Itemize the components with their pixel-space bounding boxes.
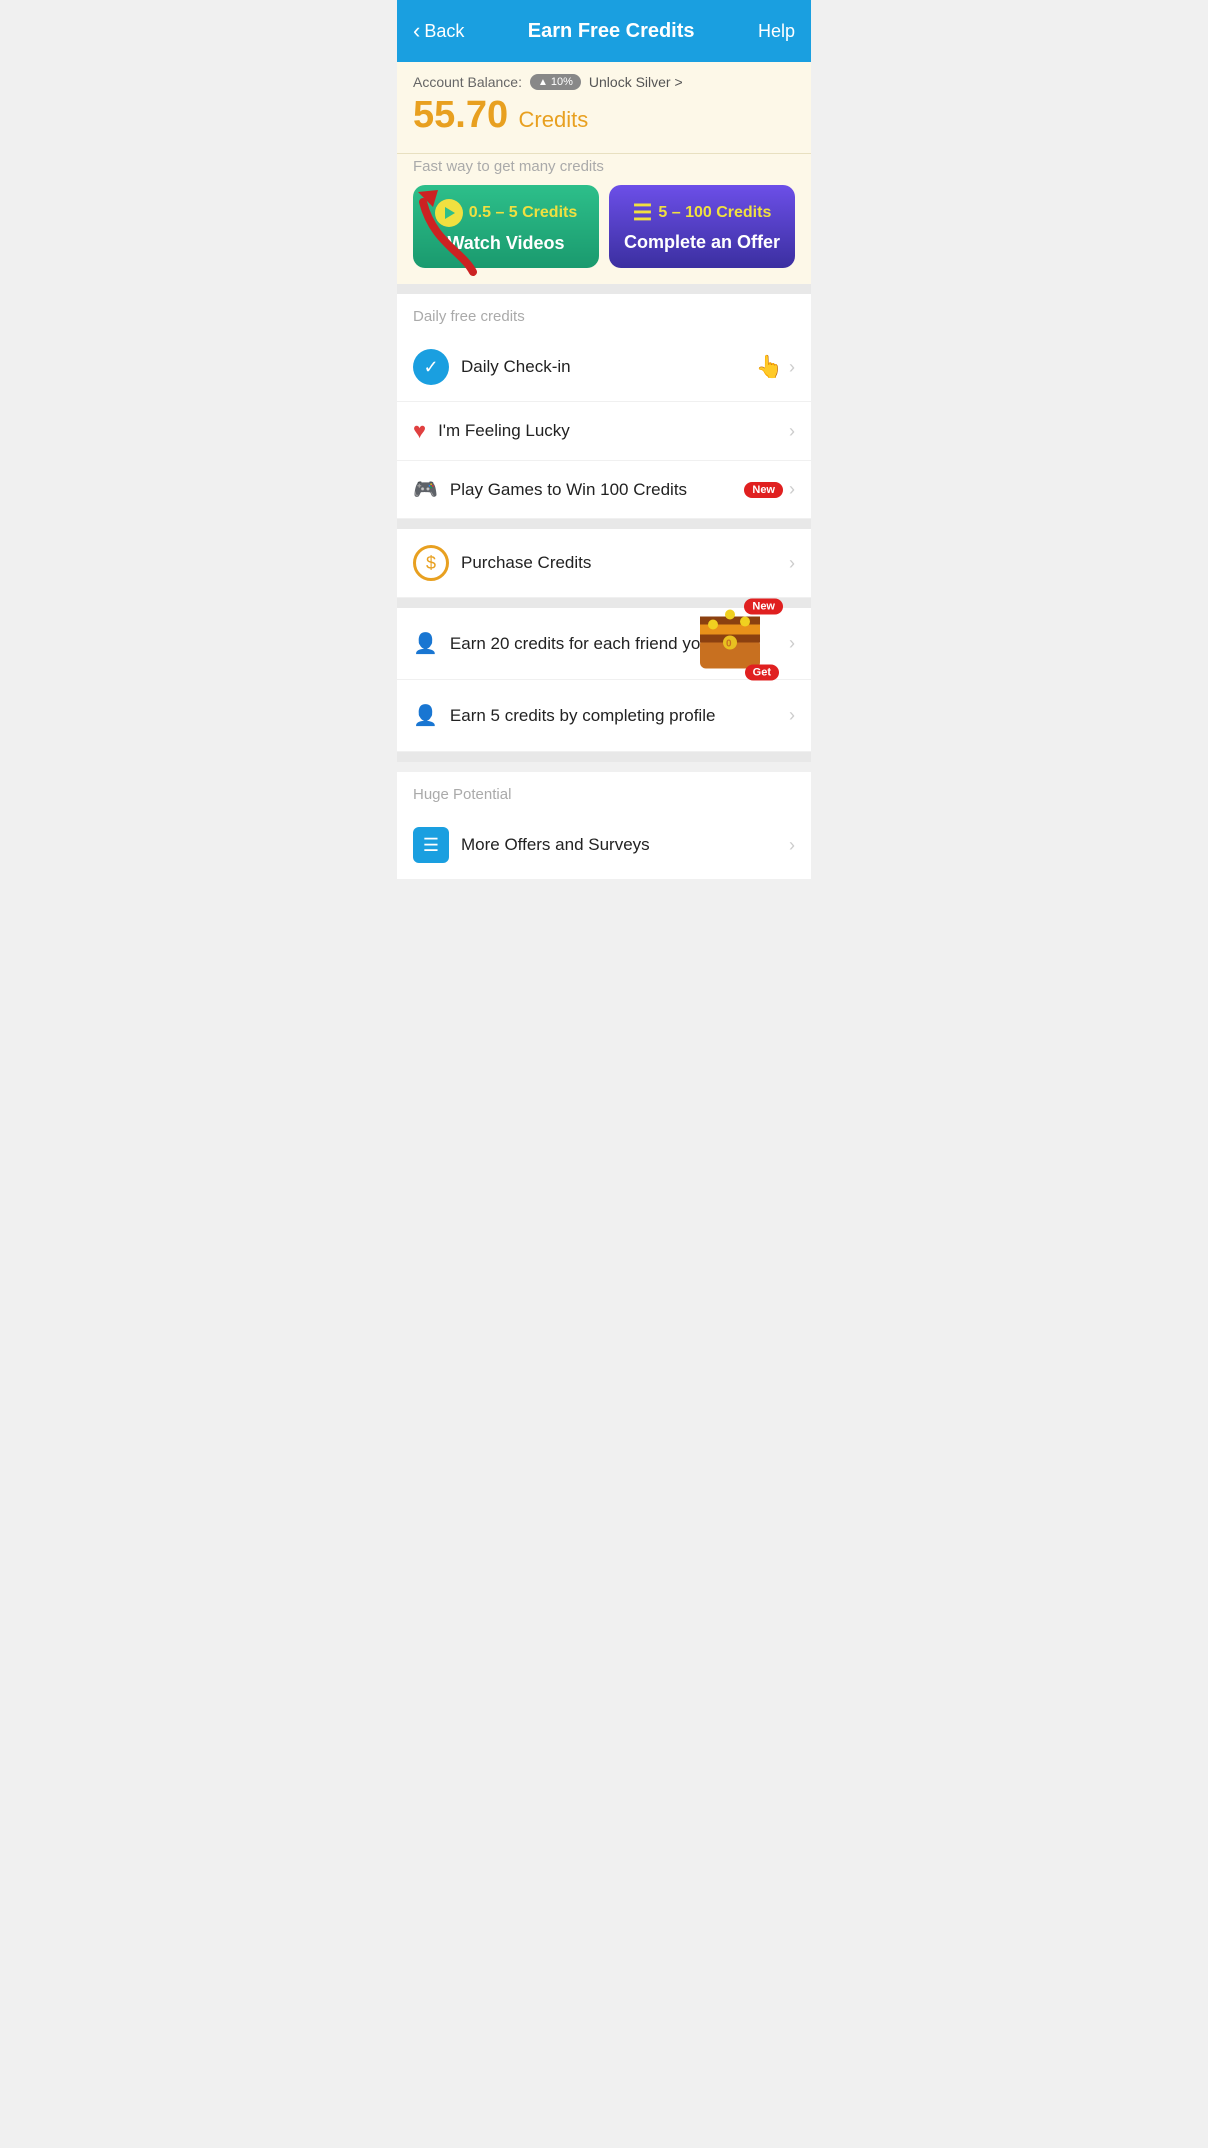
profile-item[interactable]: 👤 Earn 5 credits by completing profile ›: [397, 680, 811, 752]
fast-way-label: Fast way to get many credits: [413, 154, 795, 175]
chest-body: 0 New Get: [695, 606, 775, 676]
svg-text:0: 0: [726, 638, 732, 649]
document-icon: ☰: [413, 827, 449, 863]
up-arrow-icon: ▲: [538, 77, 548, 88]
account-balance-label: Account Balance:: [413, 74, 522, 90]
back-chevron-icon: ‹: [413, 18, 420, 44]
divider-2: [397, 519, 811, 529]
chevron-right-icon: ›: [789, 479, 795, 500]
play-icon: [435, 199, 463, 227]
invite-section: 👤 Earn 20 credits for each friend you in…: [397, 608, 811, 752]
credits-amount: 55.70: [413, 94, 508, 136]
user-add-icon: 👤: [413, 631, 438, 656]
chevron-right-icon: ›: [789, 705, 795, 726]
watch-videos-button[interactable]: 0.5 – 5 Credits Watch Videos: [413, 185, 599, 268]
daily-checkin-item[interactable]: ✓ Daily Check-in 👆 ›: [397, 333, 811, 402]
treasure-chest: 0 New Get: [695, 606, 775, 681]
checkin-right: 👆 ›: [756, 354, 795, 380]
chevron-right-icon: ›: [789, 421, 795, 442]
play-games-text: Play Games to Win 100 Credits: [450, 480, 744, 500]
checkin-icon: ✓: [413, 349, 449, 385]
purchase-section: $ Purchase Credits ›: [397, 529, 811, 598]
daily-section: Daily free credits ✓ Daily Check-in 👆 › …: [397, 294, 811, 519]
purchase-right: ›: [789, 553, 795, 574]
profile-text: Earn 5 credits by completing profile: [450, 706, 789, 726]
play-games-item[interactable]: 🎮 Play Games to Win 100 Credits New ›: [397, 461, 811, 519]
complete-offer-label: Complete an Offer: [624, 232, 780, 253]
games-right: New ›: [744, 479, 795, 500]
heart-icon: ♥: [413, 418, 426, 444]
get-badge: Get: [745, 664, 779, 680]
fast-way-section: Fast way to get many credits 0.5 – 5 Cre…: [397, 154, 811, 284]
gamepad-icon: 🎮: [413, 477, 438, 502]
huge-potential-label: Huge Potential: [397, 772, 811, 811]
feeling-lucky-item[interactable]: ♥ I'm Feeling Lucky ›: [397, 402, 811, 461]
help-button[interactable]: Help: [758, 21, 795, 42]
divider-1: [397, 284, 811, 294]
app-header: ‹ Back Earn Free Credits Help: [397, 0, 811, 62]
back-button[interactable]: ‹ Back: [413, 18, 464, 44]
purchase-credits-item[interactable]: $ Purchase Credits ›: [397, 529, 811, 598]
page-title: Earn Free Credits: [528, 20, 695, 43]
earn-buttons-row: 0.5 – 5 Credits Watch Videos ☰ 5 – 100 C…: [413, 185, 795, 268]
profile-right: ›: [789, 705, 795, 726]
credits-display: 55.70 Credits: [413, 94, 795, 137]
divider-4: [397, 752, 811, 762]
unlock-silver-link[interactable]: Unlock Silver >: [589, 74, 683, 90]
complete-offer-button[interactable]: ☰ 5 – 100 Credits Complete an Offer: [609, 185, 795, 268]
credits-unit: Credits: [519, 107, 589, 132]
feeling-lucky-text: I'm Feeling Lucky: [438, 421, 789, 441]
watch-videos-label: Watch Videos: [447, 233, 564, 254]
new-badge: New: [744, 482, 783, 498]
new-badge-chest: New: [744, 598, 783, 614]
chevron-right-icon: ›: [789, 633, 795, 654]
more-offers-item[interactable]: ☰ More Offers and Surveys ›: [397, 811, 811, 879]
profile-icon: 👤: [413, 703, 438, 728]
chevron-right-icon: ›: [789, 835, 795, 856]
hand-pointer-icon: 👆: [756, 354, 783, 380]
purchase-credits-text: Purchase Credits: [461, 553, 789, 573]
huge-potential-section: Huge Potential ☰ More Offers and Surveys…: [397, 772, 811, 879]
account-balance-section: Account Balance: ▲ 10% Unlock Silver > 5…: [397, 62, 811, 154]
chevron-right-icon: ›: [789, 357, 795, 378]
list-icon: ☰: [633, 200, 653, 226]
daily-section-label: Daily free credits: [397, 294, 811, 333]
tier-badge: ▲ 10%: [530, 74, 581, 90]
coin-icon: $: [413, 545, 449, 581]
daily-checkin-text: Daily Check-in: [461, 357, 756, 377]
tier-percent: 10%: [551, 76, 573, 88]
lucky-right: ›: [789, 421, 795, 442]
account-balance-row: Account Balance: ▲ 10% Unlock Silver >: [413, 74, 795, 90]
invite-item[interactable]: 👤 Earn 20 credits for each friend you in…: [397, 608, 811, 680]
watch-videos-credit-range: 0.5 – 5 Credits: [435, 199, 578, 227]
back-label: Back: [424, 21, 464, 42]
more-offers-text: More Offers and Surveys: [461, 835, 789, 855]
more-offers-right: ›: [789, 835, 795, 856]
chevron-right-icon: ›: [789, 553, 795, 574]
complete-offer-credit-range: ☰ 5 – 100 Credits: [633, 200, 772, 226]
